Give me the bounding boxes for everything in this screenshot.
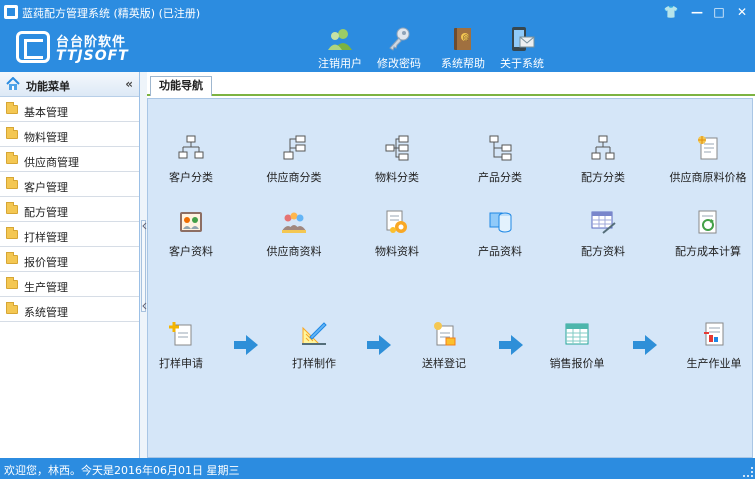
svg-text:@: @ xyxy=(463,34,470,42)
sidebar-item-customers[interactable]: 客户管理 xyxy=(0,172,139,197)
tool-label: 修改密码 xyxy=(377,57,421,70)
nav-formula-cost-calc[interactable]: 配方成本计算 xyxy=(662,209,754,263)
org-chart-icon xyxy=(486,135,514,161)
sidebar-item-suppliers[interactable]: 供应商管理 xyxy=(0,147,139,172)
sidebar-item-sampling[interactable]: 打样管理 xyxy=(0,222,139,247)
folder-icon xyxy=(6,202,18,214)
header-bar: 台台阶软件 TTJSOFT 注销用户 修改密码 @ 系统帮助 关于系统 xyxy=(0,24,755,72)
sidebar-item-basic[interactable]: 基本管理 xyxy=(0,97,139,122)
status-text: 欢迎您，林西。今天是2016年06月01日 星期三 xyxy=(4,464,240,477)
folder-icon xyxy=(6,302,18,314)
flow-arrow-icon xyxy=(234,335,258,355)
folder-icon xyxy=(6,152,18,164)
nav-supplier-material-price[interactable]: 供应商原料价格 xyxy=(662,135,754,189)
help-book-icon: @ xyxy=(449,26,477,52)
register-doc-icon xyxy=(430,321,458,347)
nav-formula-category[interactable]: 配方分类 xyxy=(557,135,649,189)
logout-user-button[interactable]: 注销用户 xyxy=(310,24,370,72)
sidebar: 功能菜单 « 基本管理 物料管理 供应商管理 客户管理 配方管理 打样管理 报价… xyxy=(0,72,140,458)
nav-customer-category[interactable]: 客户分类 xyxy=(145,135,237,189)
nav-production-order[interactable]: 生产作业单 xyxy=(668,321,755,375)
tool-label: 系统帮助 xyxy=(441,57,485,70)
org-chart-icon xyxy=(280,135,308,161)
nav-sample-delivery-register[interactable]: 送样登记 xyxy=(398,321,490,375)
org-chart-icon xyxy=(383,135,411,161)
tab-function-nav[interactable]: 功能导航 xyxy=(150,76,212,96)
home-icon xyxy=(6,76,20,91)
flow-arrow-icon xyxy=(499,335,523,355)
tab-strip: 功能导航 xyxy=(147,72,755,96)
report-doc-icon xyxy=(700,321,728,347)
title-bar: 蓝莼配方管理系统 (精英版) (已注册) 👕 — □ ✕ xyxy=(0,0,755,24)
app-icon xyxy=(4,5,18,19)
add-doc-icon xyxy=(167,321,195,347)
logo: 台台阶软件 TTJSOFT xyxy=(16,29,129,67)
folder-icon xyxy=(6,252,18,264)
org-chart-icon xyxy=(177,135,205,161)
folder-icon xyxy=(6,127,18,139)
sidebar-item-production[interactable]: 生产管理 xyxy=(0,272,139,297)
nav-material-category[interactable]: 物料分类 xyxy=(351,135,443,189)
refresh-doc-icon xyxy=(694,209,722,235)
sidebar-title: 功能菜单 xyxy=(26,80,70,93)
system-help-button[interactable]: @ 系统帮助 xyxy=(433,24,493,72)
table-edit-icon xyxy=(589,209,617,235)
nav-formula-data[interactable]: 配方资料 xyxy=(557,209,649,263)
minimize-button[interactable]: — xyxy=(688,3,706,21)
nav-product-category[interactable]: 产品分类 xyxy=(454,135,546,189)
tool-label: 注销用户 xyxy=(318,57,362,70)
nav-material-data[interactable]: 物料资料 xyxy=(351,209,443,263)
nav-sample-request[interactable]: 打样申请 xyxy=(135,321,227,375)
nav-customer-data[interactable]: 客户资料 xyxy=(145,209,237,263)
folder-icon xyxy=(6,227,18,239)
nav-sample-making[interactable]: 打样制作 xyxy=(268,321,360,375)
sidebar-header: 功能菜单 « xyxy=(0,72,139,97)
flow-arrow-icon xyxy=(367,335,391,355)
folder-icon xyxy=(6,177,18,189)
nav-supplier-data[interactable]: 供应商资料 xyxy=(248,209,340,263)
gear-doc-icon xyxy=(383,209,411,235)
people-group-icon xyxy=(280,209,308,235)
nav-product-data[interactable]: 产品资料 xyxy=(454,209,546,263)
about-system-button[interactable]: 关于系统 xyxy=(492,24,552,72)
content-area: 功能导航 客户分类 供应商分类 物料分类 产品分类 配方分类 供应商原料价格 客… xyxy=(147,72,755,458)
tool-label: 关于系统 xyxy=(500,57,544,70)
ruler-icon xyxy=(300,321,328,347)
folder-icon xyxy=(6,102,18,114)
window-title: 蓝莼配方管理系统 (精英版) (已注册) xyxy=(22,7,201,20)
sidebar-item-system[interactable]: 系统管理 xyxy=(0,297,139,322)
contacts-book-icon xyxy=(177,209,205,235)
mail-device-icon xyxy=(508,26,536,52)
function-nav-panel: 客户分类 供应商分类 物料分类 产品分类 配方分类 供应商原料价格 客户资料 供… xyxy=(147,98,753,458)
change-password-button[interactable]: 修改密码 xyxy=(369,24,429,72)
skin-icon[interactable]: 👕 xyxy=(662,3,680,21)
collapse-sidebar-icon[interactable]: « xyxy=(125,77,133,91)
folder-icon xyxy=(6,277,18,289)
users-icon xyxy=(326,26,354,52)
logo-text-en: TTJSOFT xyxy=(56,48,129,64)
sidebar-item-quotes[interactable]: 报价管理 xyxy=(0,247,139,272)
logo-mark-icon xyxy=(16,31,50,63)
flow-arrow-icon xyxy=(633,335,657,355)
sidebar-item-materials[interactable]: 物料管理 xyxy=(0,122,139,147)
close-button[interactable]: ✕ xyxy=(733,3,751,21)
sidebar-item-formulas[interactable]: 配方管理 xyxy=(0,197,139,222)
price-doc-icon xyxy=(694,135,722,161)
nav-sales-quotation[interactable]: 销售报价单 xyxy=(531,321,623,375)
sidebar-splitter[interactable] xyxy=(140,72,147,458)
table-icon xyxy=(563,321,591,347)
org-chart-icon xyxy=(589,135,617,161)
key-icon xyxy=(385,26,413,52)
maximize-button[interactable]: □ xyxy=(710,3,728,21)
resize-grip-icon[interactable] xyxy=(743,467,753,477)
nav-supplier-category[interactable]: 供应商分类 xyxy=(248,135,340,189)
database-icon xyxy=(486,209,514,235)
status-bar: 欢迎您，林西。今天是2016年06月01日 星期三 xyxy=(0,458,755,479)
